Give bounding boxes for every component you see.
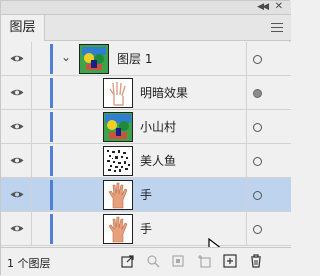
layer-color-bar — [50, 112, 53, 142]
layers-panel: ◀◀ ✕ 图层 ⌄ 图层 1 明暗效果 小山村 美人鱼 手 手 1 个图层 — [0, 0, 291, 276]
layer-color-bar — [50, 44, 53, 74]
export-icon[interactable] — [121, 254, 135, 268]
target-column-divider — [246, 144, 247, 177]
layer-target-icon[interactable] — [253, 191, 262, 200]
layer-color-bar — [50, 78, 53, 108]
layer-name: 手 — [140, 188, 153, 202]
lock-column-divider — [31, 76, 32, 109]
sublayer-icon[interactable] — [197, 254, 211, 268]
layer-target-icon[interactable] — [253, 55, 262, 64]
panel-footer: 1 个图层 — [1, 247, 291, 276]
target-column-divider — [246, 178, 247, 211]
layer-color-bar — [50, 180, 53, 210]
panel-menu-icon[interactable] — [271, 23, 283, 32]
lock-column-divider — [31, 110, 32, 143]
lock-column-divider — [31, 212, 32, 245]
layer-row[interactable]: 明暗效果 — [1, 76, 291, 110]
target-column-divider — [246, 110, 247, 143]
layer-color-bar — [50, 146, 53, 176]
layer-list: ⌄ 图层 1 明暗效果 小山村 美人鱼 手 手 — [1, 42, 291, 258]
expand-chevron-icon[interactable]: ⌄ — [61, 50, 71, 64]
layer-row[interactable]: 小山村 — [1, 110, 291, 144]
visibility-eye-icon[interactable] — [10, 156, 24, 165]
layer-thumbnail — [103, 78, 133, 108]
layer-thumbnail — [103, 146, 133, 176]
panel-tabbar: 图层 — [1, 15, 291, 41]
panel-titlebar: ◀◀ ✕ — [1, 1, 291, 15]
layer-row-selected[interactable]: 手 — [1, 178, 291, 212]
target-column-divider — [246, 76, 247, 109]
visibility-eye-icon[interactable] — [10, 190, 24, 199]
layer-row[interactable]: 美人鱼 — [1, 144, 291, 178]
target-column-divider — [246, 212, 247, 245]
trash-icon[interactable] — [249, 254, 263, 268]
layer-name: 手 — [140, 222, 153, 236]
layer-color-bar — [50, 214, 53, 244]
layer-name: 美人鱼 — [140, 154, 177, 168]
layer-name: 明暗效果 — [140, 86, 189, 100]
layer-thumbnail — [79, 44, 109, 74]
visibility-eye-icon[interactable] — [10, 224, 24, 233]
layer-name: 图层 1 — [117, 52, 153, 66]
layer-thumbnail — [103, 180, 133, 210]
new-layer-icon[interactable] — [223, 254, 237, 268]
layer-target-icon[interactable] — [253, 123, 262, 132]
layer-thumbnail — [103, 112, 133, 142]
lock-column-divider — [31, 178, 32, 211]
collapse-panel-icon[interactable]: ◀◀ — [257, 2, 269, 12]
layer-name: 小山村 — [140, 120, 177, 134]
lock-column-divider — [31, 42, 32, 75]
target-column-divider — [246, 42, 247, 75]
layer-row[interactable]: ⌄ 图层 1 — [1, 42, 291, 76]
visibility-eye-icon[interactable] — [10, 122, 24, 131]
layer-thumbnail — [103, 214, 133, 244]
search-icon[interactable] — [146, 254, 160, 268]
layer-target-icon[interactable] — [253, 225, 262, 234]
layer-row[interactable]: 手 — [1, 212, 291, 246]
visibility-eye-icon[interactable] — [10, 54, 24, 63]
clip-mask-icon[interactable] — [171, 254, 185, 268]
tab-layers[interactable]: 图层 — [1, 15, 45, 41]
layer-target-icon[interactable] — [253, 89, 262, 98]
layer-target-icon[interactable] — [253, 157, 262, 166]
layer-count: 1 个图层 — [7, 257, 51, 270]
visibility-eye-icon[interactable] — [10, 88, 24, 97]
close-panel-icon[interactable]: ✕ — [275, 1, 283, 12]
lock-column-divider — [31, 144, 32, 177]
